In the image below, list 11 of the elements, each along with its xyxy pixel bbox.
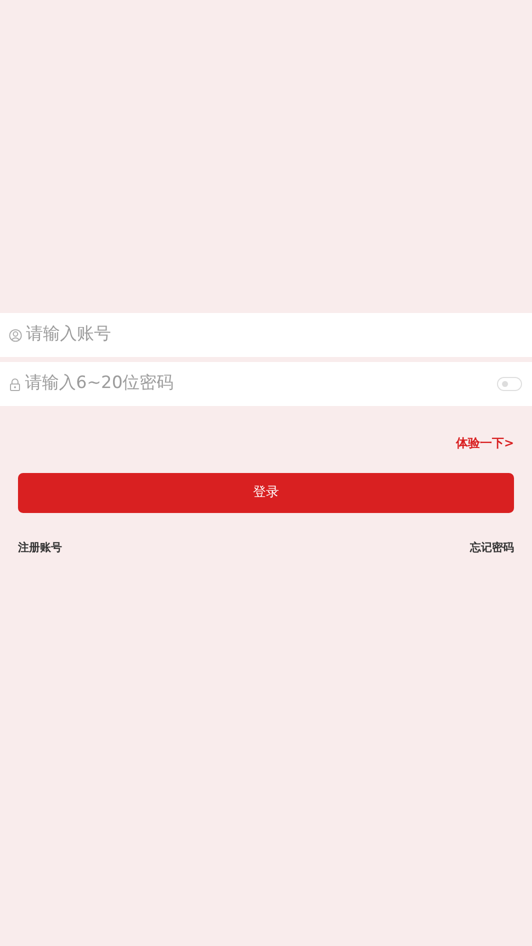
password-visibility-toggle[interactable] — [497, 377, 522, 391]
account-input[interactable]: 请输入账号 — [26, 322, 522, 348]
password-field[interactable]: 请输入6~20位密码 — [0, 362, 532, 406]
login-button[interactable]: 登录 — [18, 473, 514, 513]
user-icon — [9, 328, 22, 342]
register-link[interactable]: 注册账号 — [18, 540, 62, 556]
trial-link[interactable]: 体验一下> — [456, 434, 514, 473]
password-input[interactable]: 请输入6~20位密码 — [25, 371, 493, 397]
forgot-password-link[interactable]: 忘记密码 — [470, 540, 514, 556]
lock-icon — [9, 378, 21, 390]
account-field[interactable]: 请输入账号 — [0, 313, 532, 357]
